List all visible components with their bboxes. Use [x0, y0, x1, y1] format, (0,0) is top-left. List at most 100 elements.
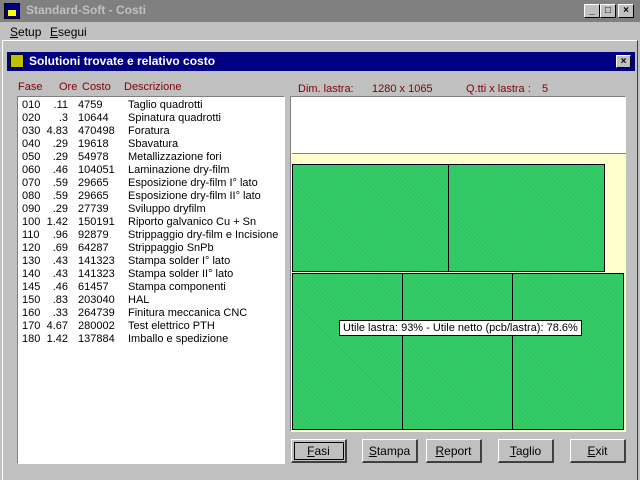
minimize-button[interactable]: _ [584, 4, 600, 18]
cell-costo: 27739 [78, 203, 109, 215]
cell-descrizione: Foratura [128, 125, 170, 137]
col-header-costo: Costo [82, 81, 111, 93]
menu-esegui-label: segui [58, 25, 87, 39]
cell-descrizione: Sviluppo dryfilm [128, 203, 206, 215]
panel-layout-canvas: Utile lastra: 93% - Utile netto (pcb/las… [290, 96, 626, 432]
cell-descrizione: Finitura meccanica CNC [128, 307, 248, 319]
cell-costo: 29665 [78, 177, 109, 189]
list-item[interactable]: 070 .59 29665 Esposizione dry-film I° lato [18, 177, 284, 190]
cell-fase: 010 [22, 99, 41, 111]
fasi-accel: F [307, 444, 315, 458]
menu-setup-accel: S [10, 25, 19, 39]
pcb-board [448, 164, 605, 272]
exit-button[interactable]: Exit [570, 439, 626, 463]
cell-ore: .29 [52, 151, 68, 163]
cell-costo: 264739 [78, 307, 115, 319]
exit-label: xit [595, 444, 608, 458]
main-title-bar[interactable]: Standard-Soft - Costi _ □ × [0, 0, 640, 22]
list-item[interactable]: 060 .46 104051 Laminazione dry-film [18, 164, 284, 177]
cell-fase: 100 [22, 216, 41, 228]
list-item[interactable]: 030 4.83 470498 Foratura [18, 125, 284, 138]
list-item[interactable]: 010 .11 4759 Taglio quadrotti [18, 99, 284, 112]
cell-ore: .59 [52, 177, 68, 189]
dialog-close-button[interactable]: × [616, 55, 631, 68]
cell-ore: .3 [58, 112, 68, 124]
list-item[interactable]: 020 .3 10644 Spinatura quadrotti [18, 112, 284, 125]
list-item[interactable]: 040 .29 19618 Sbavatura [18, 138, 284, 151]
cell-descrizione: Stampa solder II° lato [128, 268, 234, 280]
list-item[interactable]: 110 .96 92879 Strippaggio dry-film e Incisi… [18, 229, 284, 242]
list-item[interactable]: 090 .29 27739 Sviluppo dryfilm [18, 203, 284, 216]
cell-ore: 4.67 [46, 320, 68, 332]
cell-fase: 160 [22, 307, 41, 319]
cell-descrizione: Strippaggio SnPb [128, 242, 214, 254]
close-button[interactable]: × [618, 4, 634, 18]
cell-fase: 060 [22, 164, 41, 176]
menu-setup[interactable]: Setup [10, 25, 41, 39]
menu-bar: Setup Esegui [0, 22, 640, 40]
pcb-board [292, 164, 449, 272]
app-icon[interactable] [4, 3, 20, 19]
cell-costo: 150191 [78, 216, 115, 228]
pcb-board [292, 273, 403, 430]
list-item[interactable]: 160 .33 264739 Finitura meccanica CNC [18, 307, 284, 320]
cell-descrizione: Spinatura quadrotti [128, 112, 221, 124]
cell-descrizione: Imballo e spedizione [128, 333, 229, 345]
cell-costo: 61457 [78, 281, 109, 293]
cell-ore: .46 [52, 281, 68, 293]
dim-label: Dim. lastra: [298, 83, 354, 95]
cell-descrizione: Esposizione dry-film II° lato [128, 190, 261, 202]
list-item[interactable]: 170 4.67 280002 Test elettrico PTH [18, 320, 284, 333]
menu-esegui[interactable]: Esegui [50, 25, 87, 39]
report-button[interactable]: Report [426, 439, 482, 463]
cell-costo: 203040 [78, 294, 115, 306]
list-item[interactable]: 145 .46 61457 Stampa componenti [18, 281, 284, 294]
col-header-fase: Fase [18, 81, 43, 93]
list-item[interactable]: 180 1.42 137884 Imballo e spedizione [18, 333, 284, 346]
cell-ore: .29 [52, 138, 68, 150]
cell-fase: 020 [22, 112, 41, 124]
cell-ore: 4.83 [46, 125, 68, 137]
cell-descrizione: Laminazione dry-film [128, 164, 230, 176]
cell-costo: 104051 [78, 164, 115, 176]
list-item[interactable]: 120 .69 64287 Strippaggio SnPb [18, 242, 284, 255]
cell-ore: 1.42 [46, 216, 68, 228]
fasi-button[interactable]: Fasi [291, 439, 347, 463]
taglio-button[interactable]: Taglio [498, 439, 554, 463]
cell-descrizione: Esposizione dry-film I° lato [128, 177, 258, 189]
dim-value: 1280 x 1065 [372, 83, 433, 95]
cell-fase: 140 [22, 268, 41, 280]
phases-listbox[interactable]: 010 .11 4759 Taglio quadrotti 020 .3 10644 Spin… [17, 96, 285, 464]
cell-fase: 180 [22, 333, 41, 345]
list-item[interactable]: 140 .43 141323 Stampa solder II° lato [18, 268, 284, 281]
cell-descrizione: HAL [128, 294, 150, 306]
window-title: Standard-Soft - Costi [26, 3, 146, 17]
cell-costo: 92879 [78, 229, 109, 241]
cell-fase: 070 [22, 177, 41, 189]
cell-costo: 280002 [78, 320, 115, 332]
cell-ore: .96 [52, 229, 68, 241]
list-item[interactable]: 130 .43 141323 Stampa solder I° lato [18, 255, 284, 268]
list-item[interactable]: 150 .83 203040 HAL [18, 294, 284, 307]
stampa-button[interactable]: Stampa [362, 439, 418, 463]
dialog-icon[interactable] [10, 54, 24, 68]
taglio-label: aglio [515, 444, 542, 458]
list-item[interactable]: 050 .29 54978 Metallizzazione fori [18, 151, 284, 164]
dialog-title-bar[interactable]: Solutioni trovate e relativo costo × [7, 52, 635, 71]
list-item[interactable]: 100 1.42 150191 Riporto galvanico Cu + Sn [18, 216, 284, 229]
qty-label: Q.tti x lastra : [466, 83, 531, 95]
dialog-title: Solutioni trovate e relativo costo [29, 54, 216, 68]
cell-ore: .59 [52, 190, 68, 202]
cell-ore: .46 [52, 164, 68, 176]
exit-accel: E [587, 444, 596, 458]
cell-fase: 090 [22, 203, 41, 215]
cell-ore: .33 [52, 307, 68, 319]
list-item[interactable]: 080 .59 29665 Esposizione dry-film II° lato [18, 190, 284, 203]
cell-costo: 54978 [78, 151, 109, 163]
cell-ore: 1.42 [46, 333, 68, 345]
maximize-button[interactable]: □ [600, 4, 616, 18]
utilization-label: Utile lastra: 93% - Utile netto (pcb/las… [339, 320, 582, 336]
menu-setup-label: etup [18, 25, 42, 39]
pcb-board [512, 273, 624, 430]
cell-descrizione: Test elettrico PTH [128, 320, 215, 332]
